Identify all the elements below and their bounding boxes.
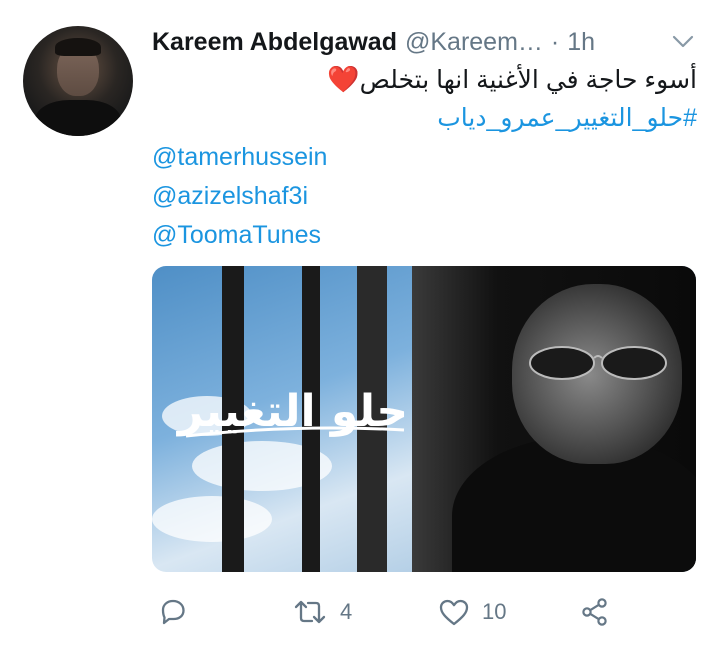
- sunglasses-shape: [529, 346, 667, 380]
- calligraphy-title: حلو التغيير: [176, 386, 408, 438]
- mention-link[interactable]: @tamerhussein: [152, 138, 697, 177]
- cloud-shape: [152, 496, 272, 542]
- avatar[interactable]: [23, 26, 133, 136]
- avatar-shirt: [35, 100, 121, 136]
- tweet-media-image[interactable]: حلو التغيير: [152, 266, 696, 572]
- separator-dot: ·: [550, 27, 560, 56]
- mention-link[interactable]: @azizelshaf3i: [152, 177, 697, 216]
- hashtag-link[interactable]: #حلو_التغيير_عمرو_دياب: [152, 99, 697, 138]
- reply-button[interactable]: [158, 590, 188, 634]
- tweet-actions: 4 10: [152, 590, 697, 634]
- tweet-body: أسوء حاجة في الأغنية انها بتخلص: [359, 66, 697, 94]
- like-count: 10: [482, 599, 507, 624]
- share-icon: [580, 597, 610, 627]
- avatar-hair: [55, 38, 101, 56]
- tweet-header: Kareem Abdelgawad @Kareem… · 1h: [152, 24, 697, 60]
- share-button[interactable]: [580, 590, 610, 634]
- retweet-count: 4: [340, 599, 353, 624]
- reply-icon: [158, 597, 188, 627]
- author-handle[interactable]: @Kareem…: [405, 28, 543, 57]
- retweet-icon: [292, 597, 328, 627]
- mention-link[interactable]: @ToomaTunes: [152, 216, 697, 255]
- heart-icon: [438, 597, 470, 627]
- heart-emoji: ❤️: [327, 64, 360, 94]
- tweet-text-line: أسوء حاجة في الأغنية انها بتخلص❤️: [152, 60, 697, 99]
- like-button[interactable]: 10: [438, 590, 506, 634]
- author-name[interactable]: Kareem Abdelgawad: [152, 28, 397, 57]
- tweet-time[interactable]: 1h: [567, 28, 595, 57]
- chevron-down-icon[interactable]: [671, 30, 695, 54]
- retweet-button[interactable]: 4: [292, 590, 352, 634]
- tweet-text: أسوء حاجة في الأغنية انها بتخلص❤️ #حلو_ا…: [152, 60, 697, 255]
